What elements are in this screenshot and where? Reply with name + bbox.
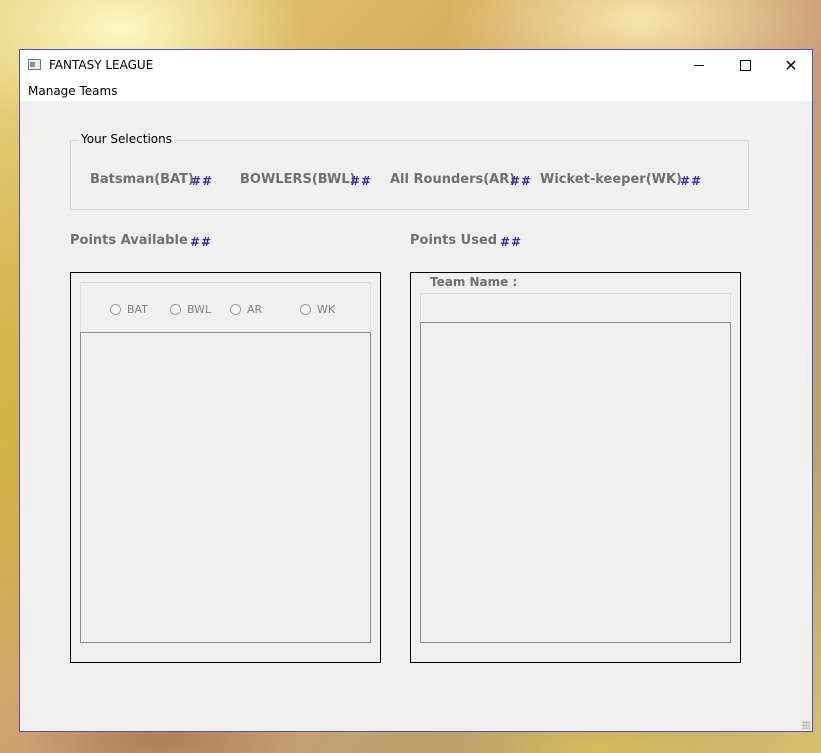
wicket-keeper-label: Wicket-keeper(WK)	[540, 172, 682, 187]
radio-circle-icon[interactable]	[230, 304, 241, 315]
resize-grip-icon[interactable]	[802, 721, 810, 729]
all-rounders-count: ##	[510, 174, 533, 188]
menu-manage-teams[interactable]: Manage Teams	[28, 84, 117, 98]
all-rounders-label: All Rounders(AR)	[390, 172, 516, 187]
player-selection-panel: BAT BWL AR WK	[70, 272, 381, 663]
points-available-value: ##	[190, 235, 213, 249]
radio-circle-icon[interactable]	[300, 304, 311, 315]
team-name-field[interactable]	[420, 293, 731, 324]
menu-bar: Manage Teams	[20, 81, 812, 101]
radio-ar-label: AR	[247, 303, 263, 316]
radio-ar[interactable]: AR	[230, 303, 262, 316]
points-available-label: Points Available	[70, 233, 188, 248]
bowlers-label: BOWLERS(BWL)	[240, 172, 356, 187]
radio-circle-icon[interactable]	[170, 304, 181, 315]
main-content: Your Selections Batsman(BAT) ## BOWLERS(…	[20, 101, 812, 733]
your-selections-group: Your Selections Batsman(BAT) ## BOWLERS(…	[70, 132, 749, 210]
maximize-button[interactable]	[722, 50, 768, 81]
close-icon: ✕	[784, 56, 798, 75]
radio-bwl-label: BWL	[187, 303, 212, 316]
player-type-filter: BAT BWL AR WK	[80, 282, 371, 333]
radio-wk[interactable]: WK	[300, 303, 335, 316]
team-name-label: Team Name :	[430, 275, 518, 289]
close-button[interactable]: ✕	[768, 50, 814, 81]
radio-wk-label: WK	[317, 303, 336, 316]
app-window: FANTASY LEAGUE ✕ Manage Teams Your Selec…	[19, 49, 813, 732]
radio-bat[interactable]: BAT	[110, 303, 148, 316]
wicket-keeper-count: ##	[680, 174, 703, 188]
available-players-list[interactable]	[80, 332, 371, 643]
maximize-icon	[739, 60, 751, 71]
minimize-button[interactable]	[676, 50, 722, 81]
bowlers-count: ##	[350, 174, 373, 188]
title-bar[interactable]: FANTASY LEAGUE ✕	[20, 50, 812, 81]
window-title: FANTASY LEAGUE	[49, 58, 154, 72]
team-players-list[interactable]	[420, 322, 731, 643]
radio-bwl[interactable]: BWL	[170, 303, 211, 316]
radio-circle-icon[interactable]	[110, 304, 121, 315]
batsman-label: Batsman(BAT)	[90, 172, 194, 187]
points-used-label: Points Used	[410, 233, 498, 248]
points-used-value: ##	[500, 235, 523, 249]
minimize-icon	[694, 65, 704, 66]
app-window-icon	[28, 59, 41, 70]
batsman-count: ##	[191, 174, 214, 188]
your-selections-legend: Your Selections	[79, 132, 174, 146]
radio-bat-label: BAT	[127, 303, 148, 316]
team-panel: Team Name :	[410, 272, 741, 663]
